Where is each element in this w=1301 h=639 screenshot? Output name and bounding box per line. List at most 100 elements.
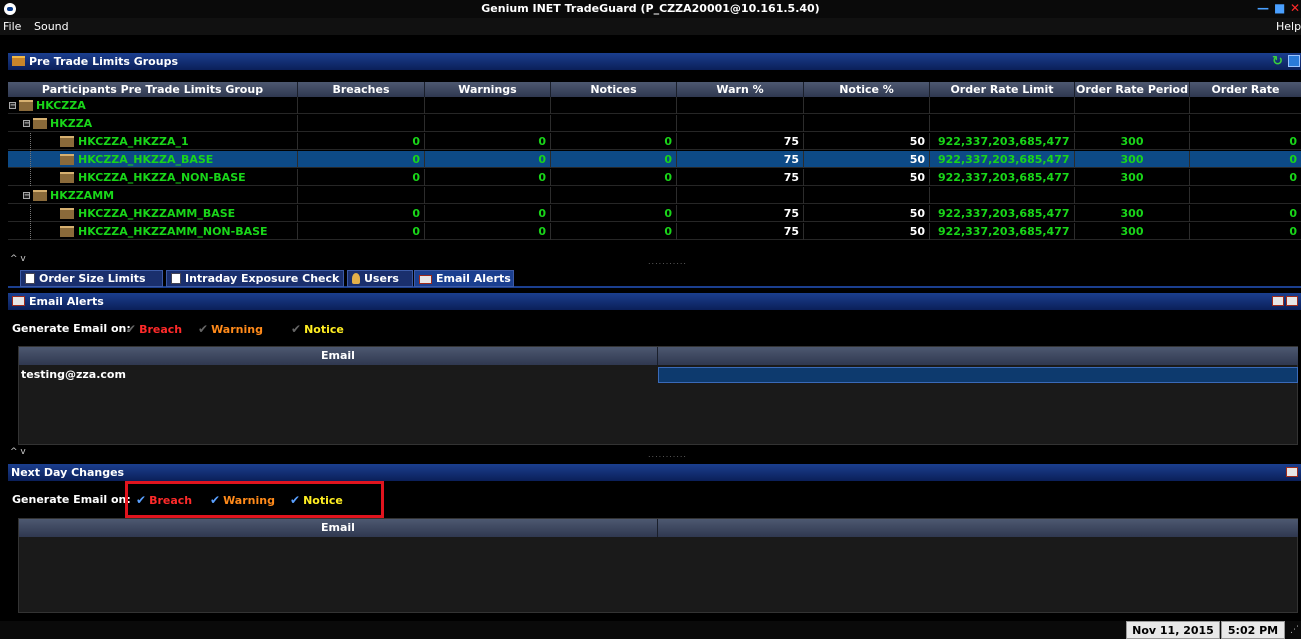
group-name-cell[interactable]: − HKZZA <box>8 115 298 132</box>
table-cell[interactable] <box>804 97 930 114</box>
table-cell[interactable]: 50 <box>804 169 930 186</box>
resize-grip-icon[interactable]: ⋰ <box>1290 625 1299 635</box>
table-cell[interactable]: 922,337,203,685,477 <box>930 223 1075 240</box>
col-breaches[interactable]: Breaches <box>298 82 425 97</box>
table-cell[interactable]: 0 <box>1190 169 1301 186</box>
table-row[interactable]: HKCZZA_HKZZA_1 0 0 0 75 50 922,337,203,685,477… <box>8 133 1301 150</box>
table-cell[interactable] <box>804 187 930 204</box>
table-cell[interactable]: 300 <box>1075 133 1190 150</box>
table-cell[interactable] <box>804 115 930 132</box>
table-cell[interactable] <box>551 187 677 204</box>
close-icon[interactable]: ✕ <box>1290 1 1300 15</box>
remove-mail-icon[interactable] <box>1286 296 1298 306</box>
table-cell[interactable]: 0 <box>551 223 677 240</box>
table-cell[interactable] <box>677 115 804 132</box>
table-cell[interactable]: 0 <box>551 169 677 186</box>
group-name-cell[interactable]: HKCZZA_HKZZA_1 <box>8 133 298 150</box>
table-cell[interactable] <box>425 97 551 114</box>
table-cell[interactable]: 0 <box>551 133 677 150</box>
menu-help[interactable]: Help <box>1276 20 1301 33</box>
empty-column-header[interactable] <box>658 519 1298 537</box>
splitter-grip-icon[interactable]: ........... <box>648 257 687 266</box>
tab-order-size-limits[interactable]: Order Size Limits <box>20 270 163 287</box>
col-group[interactable]: Participants Pre Trade Limits Group <box>8 82 298 97</box>
tab-email-alerts[interactable]: Email Alerts <box>414 270 514 287</box>
minimize-icon[interactable]: — <box>1257 1 1269 15</box>
table-cell[interactable] <box>551 115 677 132</box>
group-name-cell[interactable]: HKCZZA_HKZZAMM_BASE <box>8 205 298 222</box>
table-cell[interactable] <box>425 187 551 204</box>
table-cell[interactable] <box>1075 97 1190 114</box>
col-order-rate[interactable]: Order Rate <box>1190 82 1301 97</box>
table-cell[interactable]: 0 <box>425 151 551 168</box>
email-edit-cell[interactable] <box>658 367 1298 383</box>
table-cell[interactable]: 0 <box>298 169 425 186</box>
table-cell[interactable]: 75 <box>677 151 804 168</box>
table-cell[interactable]: 0 <box>425 133 551 150</box>
group-name-cell[interactable]: HKCZZA_HKZZA_BASE <box>8 151 298 168</box>
table-cell[interactable]: 75 <box>677 133 804 150</box>
table-cell[interactable]: 922,337,203,685,477 <box>930 169 1075 186</box>
notice-checkbox[interactable]: ✔ Notice <box>291 322 344 336</box>
mail-action-icon[interactable] <box>1286 467 1298 477</box>
group-name-cell[interactable]: − HKZZAMM <box>8 187 298 204</box>
table-row[interactable]: − HKZZAMM <box>8 187 1301 204</box>
table-cell[interactable]: 922,337,203,685,477 <box>930 133 1075 150</box>
tab-users[interactable]: Users <box>347 270 413 287</box>
table-cell[interactable]: 75 <box>677 169 804 186</box>
group-name-cell[interactable]: HKCZZA_HKZZA_NON-BASE <box>8 169 298 186</box>
table-cell[interactable]: 0 <box>1190 133 1301 150</box>
table-cell[interactable] <box>1190 97 1301 114</box>
table-cell[interactable]: 300 <box>1075 205 1190 222</box>
table-cell[interactable]: 0 <box>1190 205 1301 222</box>
table-cell[interactable]: 0 <box>1190 223 1301 240</box>
save-icon[interactable] <box>1288 55 1300 67</box>
add-mail-icon[interactable] <box>1272 296 1284 306</box>
collapse-icon[interactable]: − <box>23 192 30 199</box>
table-cell[interactable]: 0 <box>551 151 677 168</box>
table-row[interactable]: − HKZZA <box>8 115 1301 132</box>
collapse-arrows-icon[interactable]: ^ v <box>10 254 26 264</box>
splitter-top[interactable]: ^ v ........... <box>8 254 1301 267</box>
table-cell[interactable]: 0 <box>298 223 425 240</box>
col-order-rate-period[interactable]: Order Rate Period <box>1075 82 1190 97</box>
email-column-header[interactable]: Email <box>19 347 658 365</box>
table-cell[interactable]: 0 <box>425 205 551 222</box>
table-cell[interactable]: 0 <box>551 205 677 222</box>
table-cell[interactable] <box>298 187 425 204</box>
table-cell[interactable]: 300 <box>1075 223 1190 240</box>
col-notice-pct[interactable]: Notice % <box>804 82 930 97</box>
table-cell[interactable] <box>930 115 1075 132</box>
table-row[interactable]: − HKCZZA <box>8 97 1301 114</box>
table-cell[interactable]: 0 <box>425 223 551 240</box>
table-cell[interactable]: 922,337,203,685,477 <box>930 205 1075 222</box>
table-cell[interactable]: 0 <box>298 151 425 168</box>
menu-sound[interactable]: Sound <box>34 20 69 33</box>
table-cell[interactable]: 0 <box>298 133 425 150</box>
table-cell[interactable] <box>930 187 1075 204</box>
group-name-cell[interactable]: HKCZZA_HKZZAMM_NON-BASE <box>8 223 298 240</box>
table-cell[interactable] <box>551 97 677 114</box>
collapse-icon[interactable]: − <box>23 120 30 127</box>
table-cell[interactable] <box>1190 115 1301 132</box>
table-row[interactable]: HKCZZA_HKZZAMM_NON-BASE 0 0 0 75 50 922,337,20… <box>8 223 1301 240</box>
table-row[interactable]: HKCZZA_HKZZAMM_BASE 0 0 0 75 50 922,337,203,68… <box>8 205 1301 222</box>
table-cell[interactable] <box>298 115 425 132</box>
table-cell[interactable] <box>1075 115 1190 132</box>
table-cell[interactable]: 75 <box>677 205 804 222</box>
table-cell[interactable] <box>1075 187 1190 204</box>
table-cell[interactable] <box>1190 187 1301 204</box>
table-cell[interactable]: 922,337,203,685,477 <box>930 151 1075 168</box>
warning-checkbox[interactable]: ✔ Warning <box>198 322 263 336</box>
collapse-arrows-icon[interactable]: ^ v <box>10 447 26 457</box>
table-cell[interactable] <box>298 97 425 114</box>
email-row[interactable]: testing@zza.com <box>19 367 1299 383</box>
col-warnings[interactable]: Warnings <box>425 82 551 97</box>
menu-file[interactable]: File <box>3 20 21 33</box>
table-cell[interactable] <box>677 187 804 204</box>
splitter-grip-icon[interactable]: ........... <box>648 450 687 459</box>
col-notices[interactable]: Notices <box>551 82 677 97</box>
group-name-cell[interactable]: − HKCZZA <box>8 97 298 114</box>
empty-column-header[interactable] <box>658 347 1298 365</box>
table-cell[interactable]: 50 <box>804 151 930 168</box>
